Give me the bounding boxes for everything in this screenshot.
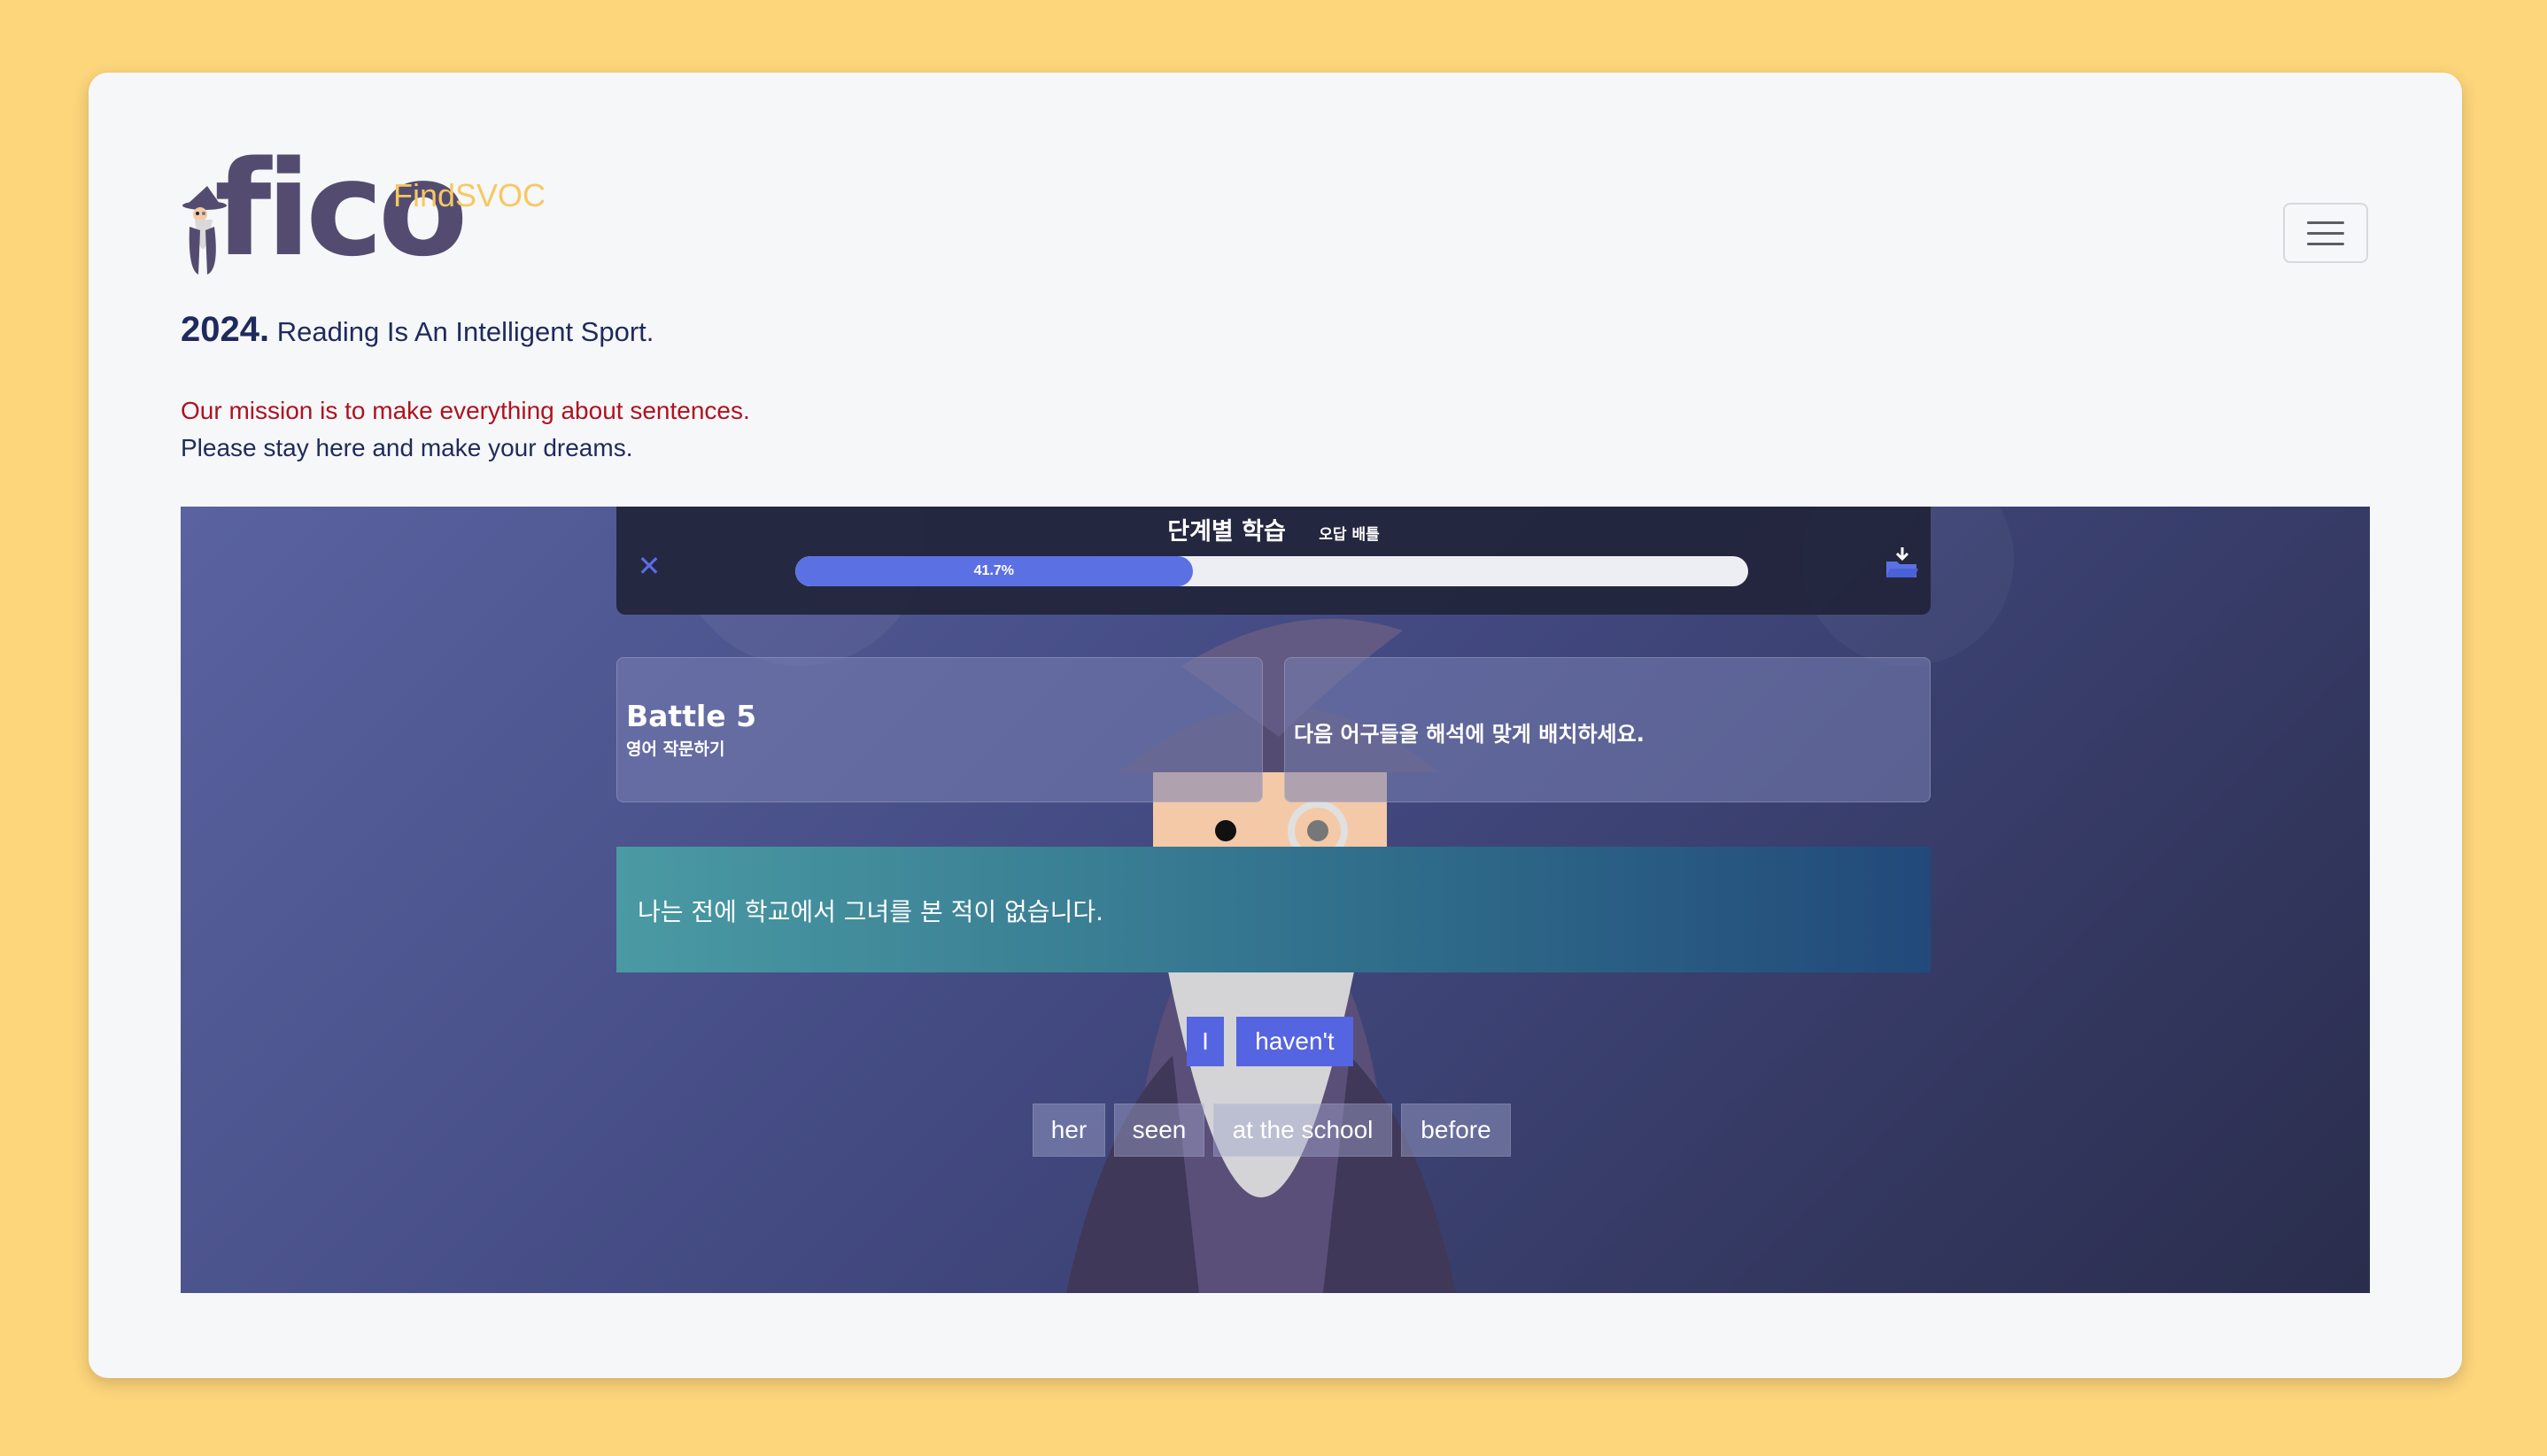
progress-label: 41.7% — [973, 563, 1015, 578]
brand-subtitle: FindSVOC — [393, 177, 546, 213]
battle-subtitle: 영어 작문하기 — [626, 740, 725, 759]
mission-text: Our mission is to make everything about … — [181, 397, 750, 424]
word-bank-chip[interactable]: her — [1033, 1104, 1105, 1157]
instruction-text: 다음 어구들을 해석에 맞게 배치하세요. — [1294, 722, 1645, 747]
instruction-panel: 다음 어구들을 해석에 맞게 배치하세요. — [1284, 657, 1931, 802]
word-bank-chip[interactable]: before — [1401, 1104, 1511, 1157]
progress-bar: 41.7% — [795, 556, 1748, 586]
tagline-text: Reading Is An Intelligent Sport. — [276, 316, 654, 347]
tagline-year: 2024. — [181, 310, 270, 349]
fico-logo[interactable]: fico FindSVOC — [181, 143, 553, 283]
prompt-text: 나는 전에 학교에서 그녀를 본 적이 없습니다. — [638, 897, 1103, 926]
tagline: 2024. Reading Is An Intelligent Sport. — [181, 310, 654, 350]
folder-download-icon[interactable] — [1885, 546, 1920, 581]
word-bank-chip[interactable]: at the school — [1213, 1104, 1392, 1157]
dreams-text: Please stay here and make your dreams. — [181, 434, 633, 461]
game-subtitle: 오답 배틀 — [1319, 526, 1380, 544]
battle-title: Battle 5 — [626, 699, 757, 733]
game-stage: 단계별 학습 오답 배틀 ✕ 41.7% Battle 5 영어 작문하기 다음… — [181, 507, 2370, 1293]
close-icon[interactable]: ✕ — [636, 552, 662, 580]
game-title-row: 단계별 학습 오답 배틀 — [616, 512, 1931, 546]
placed-word-chip[interactable]: I — [1187, 1017, 1224, 1066]
placed-word-chip[interactable]: haven't — [1236, 1017, 1353, 1066]
word-bank-chip[interactable]: seen — [1114, 1104, 1204, 1157]
battle-panel: Battle 5 영어 작문하기 — [616, 657, 1263, 802]
progress-fill: 41.7% — [795, 556, 1193, 586]
prompt-banner: 나는 전에 학교에서 그녀를 본 적이 없습니다. — [616, 847, 1931, 972]
game-title: 단계별 학습 — [1167, 518, 1286, 546]
game-topbar: 단계별 학습 오답 배틀 ✕ 41.7% — [616, 507, 1931, 615]
hamburger-menu-icon[interactable] — [2283, 203, 2368, 263]
